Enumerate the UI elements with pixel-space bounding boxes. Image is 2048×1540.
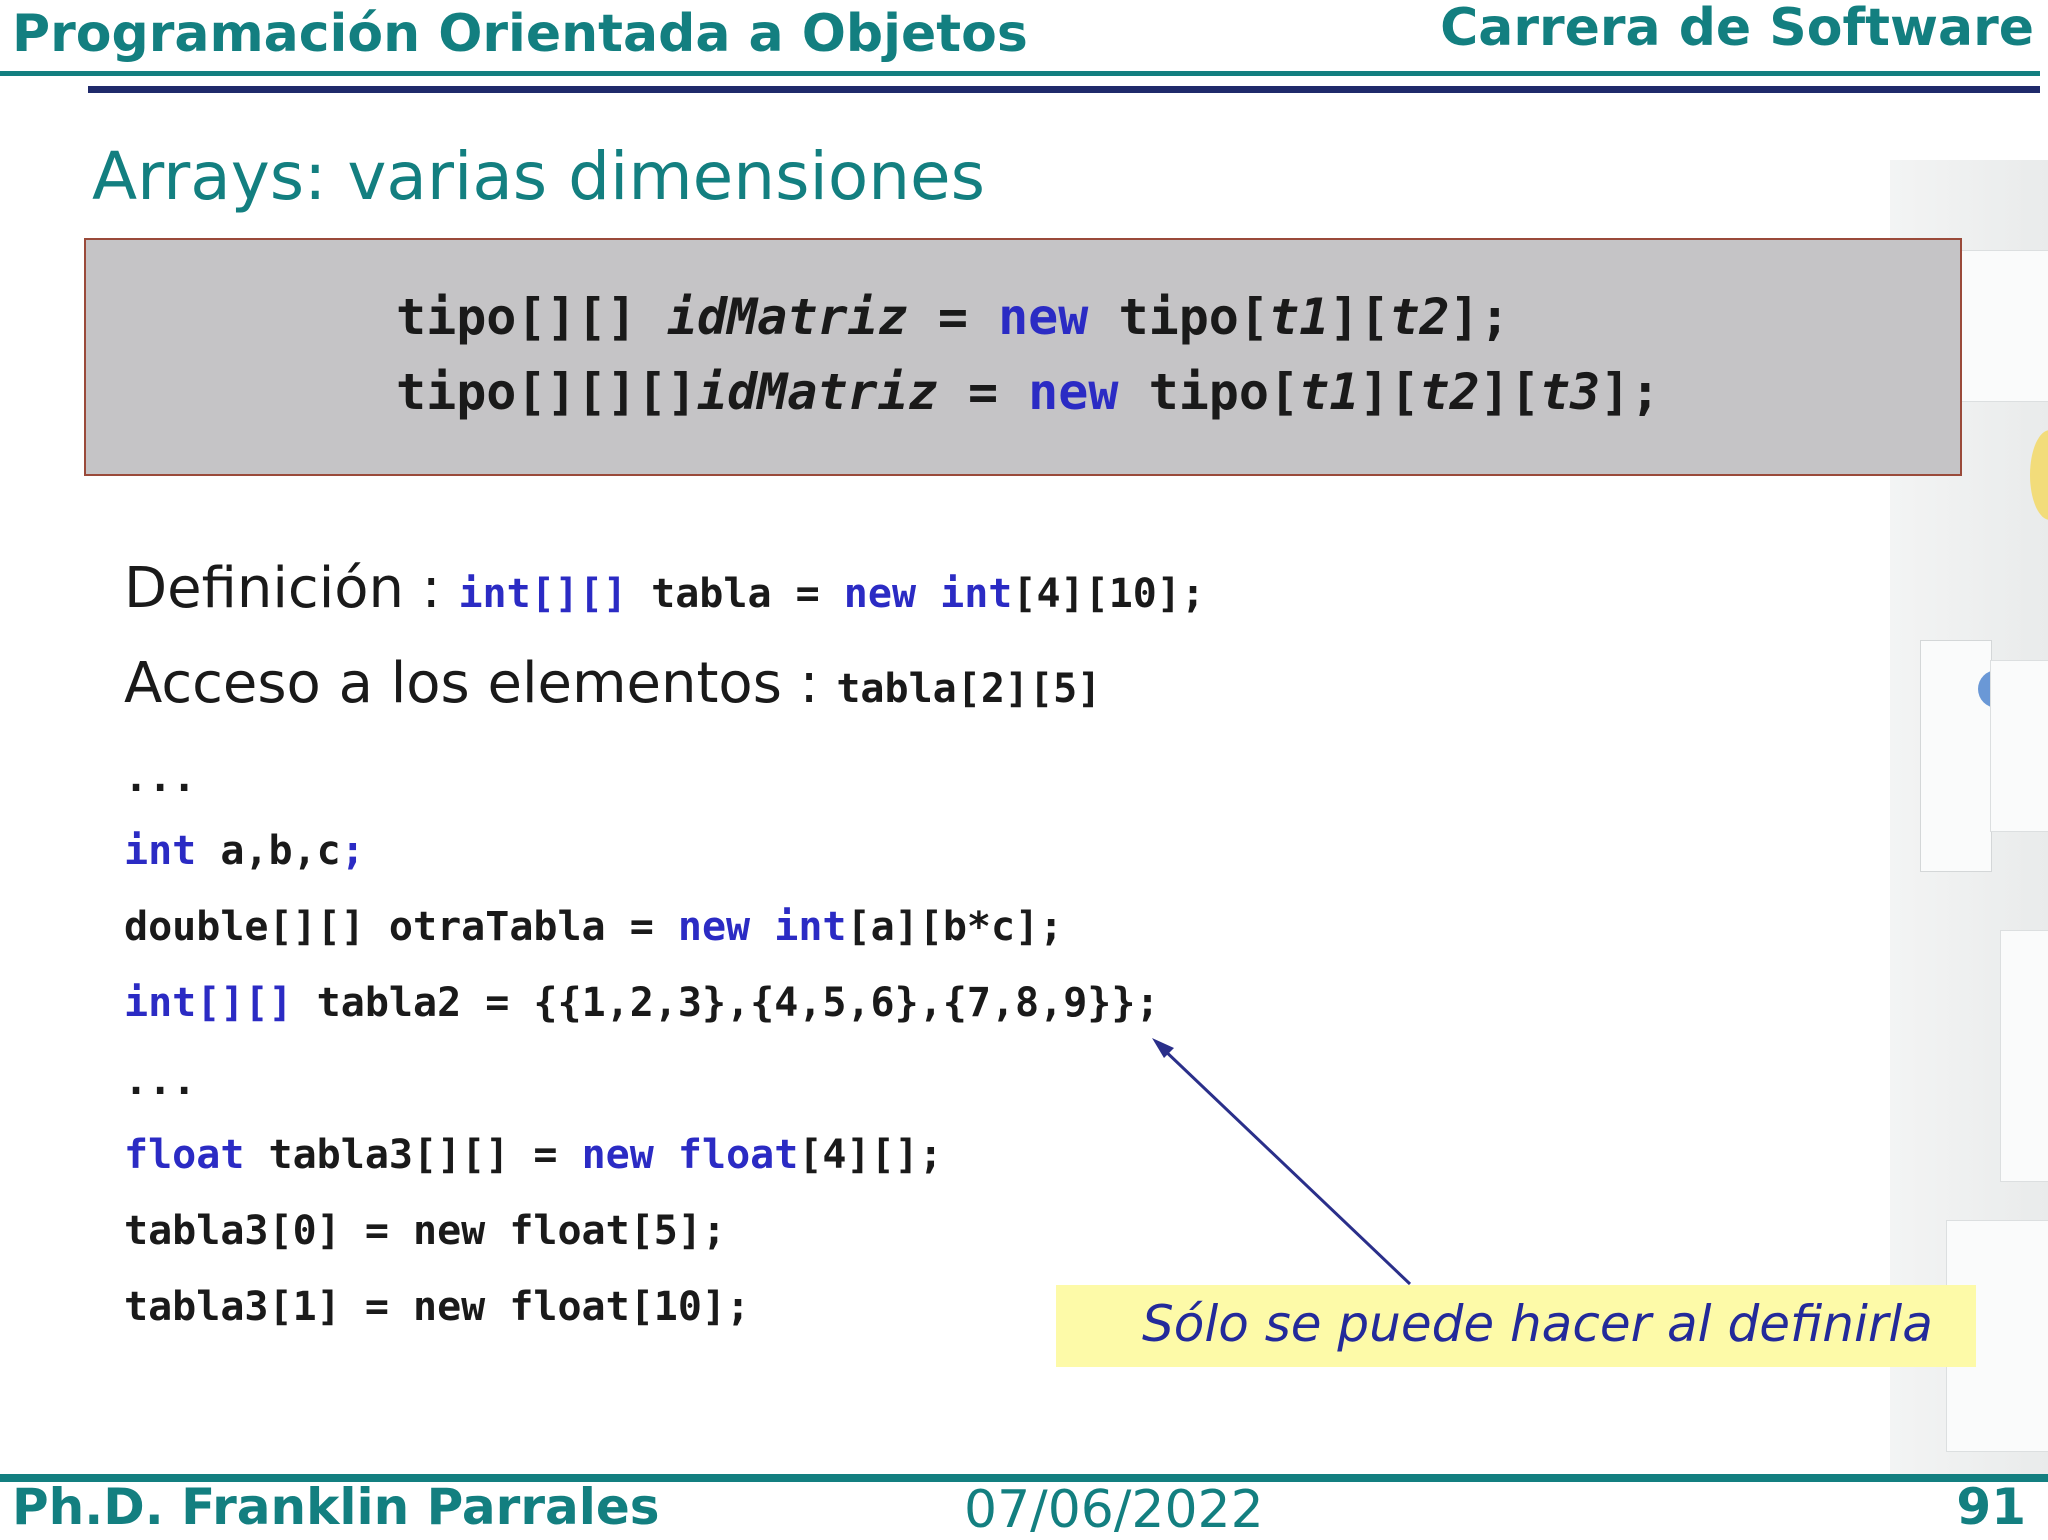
note-callout: Sólo se puede hacer al definirla: [1056, 1285, 1976, 1367]
footer-author: Ph.D. Franklin Parrales: [12, 1478, 660, 1536]
note-text: Sólo se puede hacer al definirla: [1142, 1295, 1933, 1353]
footer-date: 07/06/2022: [964, 1480, 1264, 1540]
page-number: 91: [1956, 1478, 2026, 1536]
